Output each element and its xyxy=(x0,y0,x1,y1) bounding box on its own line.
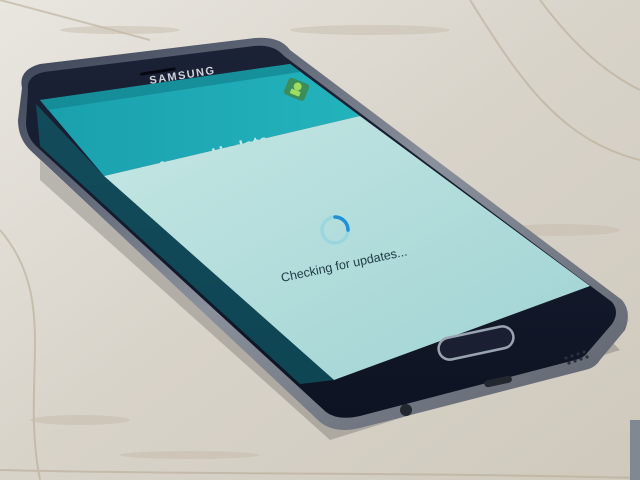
edge-marker xyxy=(630,420,640,480)
photo-scene: SAMSUNG Software Update Checking for upd… xyxy=(0,0,640,480)
headphone-jack xyxy=(400,404,412,416)
